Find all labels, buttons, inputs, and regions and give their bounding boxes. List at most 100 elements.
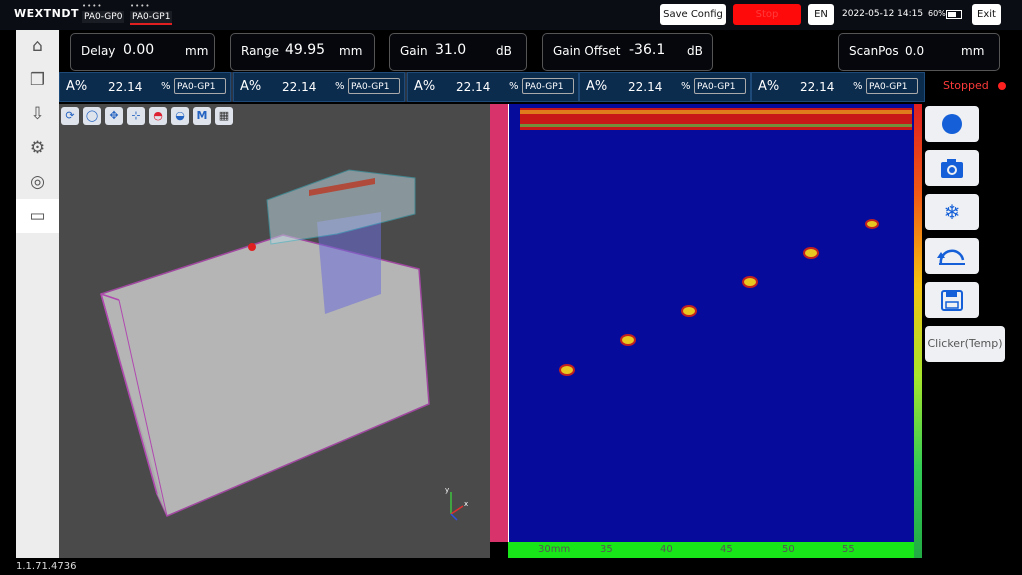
param-delay[interactable]: Delay 0.00 mm [70,33,215,71]
gate-readout[interactable]: A% 22.14 % PA0-GP1 [59,72,231,102]
tab-label: PA0-GP1 [130,11,173,25]
undo-icon [937,249,965,265]
indication [865,219,879,229]
param-range[interactable]: Range 49.95 mm [230,33,375,71]
gate-unit: % [509,81,519,92]
param-name: Range [241,44,280,58]
param-value: 49.95 [285,42,326,58]
scan-plot [508,104,912,542]
gate-readout[interactable]: A% 22.14 % PA0-GP1 [579,72,751,102]
gate-label: A% [66,79,88,94]
tab-label: PA0-GP0 [82,11,125,23]
battery-percent: 60% [928,9,946,18]
record-button[interactable] [925,106,979,142]
tab-indicator-dots: •••• [130,2,151,10]
param-unit: mm [339,44,363,58]
svg-text:y: y [445,486,449,494]
datetime: 2022-05-12 14:15 [842,9,924,19]
gate-readout[interactable]: A% 22.14 % PA0-GP1 [407,72,579,102]
param-name: Gain [400,44,428,58]
record-icon [942,114,962,134]
mode-m-button[interactable]: M [193,107,211,125]
gate-readout-row: A% 22.14 % PA0-GP1 A% 22.14 % PA0-GP1 A%… [59,72,925,102]
save-button[interactable] [925,282,979,318]
param-unit: mm [185,44,209,58]
gate-group-select[interactable]: PA0-GP1 [522,78,574,94]
param-gain[interactable]: Gain 31.0 dB [389,33,527,71]
rotate-icon[interactable]: ⟳ [61,107,79,125]
status-indicator-dot [998,82,1006,90]
fit-icon[interactable]: ⊹ [127,107,145,125]
param-gain-offset[interactable]: Gain Offset -36.1 dB [542,33,713,71]
gate-unit: % [681,81,691,92]
scan-icon[interactable]: ◒ [171,107,189,125]
gate-unit: % [161,81,171,92]
tab-group-gp1[interactable]: •••• PA0-GP1 [130,2,173,25]
brand-logo: WEXTNDT [14,7,79,20]
param-name: Delay [81,44,116,58]
save-config-button[interactable]: Save Config [660,4,726,25]
gate-group-select[interactable]: PA0-GP1 [348,78,400,94]
probe-wedge [266,169,416,245]
freeze-icon[interactable]: ❄ [925,194,979,230]
3d-model: y x [100,169,468,521]
param-unit: dB [687,44,703,58]
gate-value: 22.14 [108,80,143,94]
indication [803,247,819,259]
param-scanpos[interactable]: ScanPos 0.0 mm [838,33,1000,71]
home-icon[interactable]: ⌂ [25,34,50,59]
gate-value: 22.14 [282,80,317,94]
pan-icon[interactable]: ✥ [105,107,123,125]
download-icon[interactable]: ⇩ [25,102,50,127]
exit-button[interactable]: Exit [972,4,1001,25]
gate-value: 22.14 [456,80,491,94]
indication [620,334,636,346]
layers-icon[interactable]: ❒ [25,68,50,93]
scan-image[interactable] [508,104,914,542]
gate-unit: % [853,81,863,92]
scan-ruler-left [490,104,508,542]
gate-readout[interactable]: A% 22.14 % PA0-GP1 [751,72,925,102]
acquisition-status: Stopped [943,79,989,92]
gate-label: A% [414,79,436,94]
indication-points [559,219,879,376]
param-name: ScanPos [849,44,899,58]
indication [681,305,697,317]
gate-group-select[interactable]: PA0-GP1 [694,78,746,94]
right-tool-panel: ❄ Clicker(Temp) [922,104,1022,558]
gear-icon[interactable]: ⚙ [25,136,50,161]
param-value: 0.0 [905,44,925,58]
x-tick-label: 50 [782,544,795,555]
indication [742,276,758,288]
language-button[interactable]: EN [808,4,834,25]
gate-label: A% [758,79,780,94]
stop-button[interactable]: Stop [733,4,801,25]
save-icon [941,290,963,311]
param-value: -36.1 [629,42,666,58]
gate-unit: % [335,81,345,92]
gate-group-select[interactable]: PA0-GP1 [174,78,226,94]
monitor-icon[interactable]: ▭ [25,204,50,229]
param-unit: dB [496,44,512,58]
clicker-temp-button[interactable]: Clicker(Temp) [925,326,1005,362]
probe-icon[interactable]: ◓ [149,107,167,125]
gate-label: A% [240,79,262,94]
tab-group-gp0[interactable]: •••• PA0-GP0 [82,2,125,25]
orbit-icon[interactable]: ◯ [83,107,101,125]
battery-icon [946,10,962,19]
param-value: 0.00 [123,42,155,58]
tab-indicator-dots: •••• [82,2,103,10]
gate-readout[interactable]: A% 22.14 % PA0-GP1 [233,72,405,102]
3d-view[interactable]: y x [59,104,490,558]
sidebar: ⌂ ❒ ⇩ ⚙ ◎ ▭ [16,30,59,558]
param-unit: mm [961,44,985,58]
gate-value: 22.14 [628,80,663,94]
gate-group-select[interactable]: PA0-GP1 [866,78,918,94]
reference-point-marker [248,243,256,251]
reset-view-button[interactable] [925,238,979,274]
x-tick-label: 45 [720,544,733,555]
screenshot-button[interactable] [925,150,979,186]
grid-icon[interactable]: ▦ [215,107,233,125]
svg-text:x: x [464,500,468,508]
calibration-icon[interactable]: ◎ [25,170,50,195]
